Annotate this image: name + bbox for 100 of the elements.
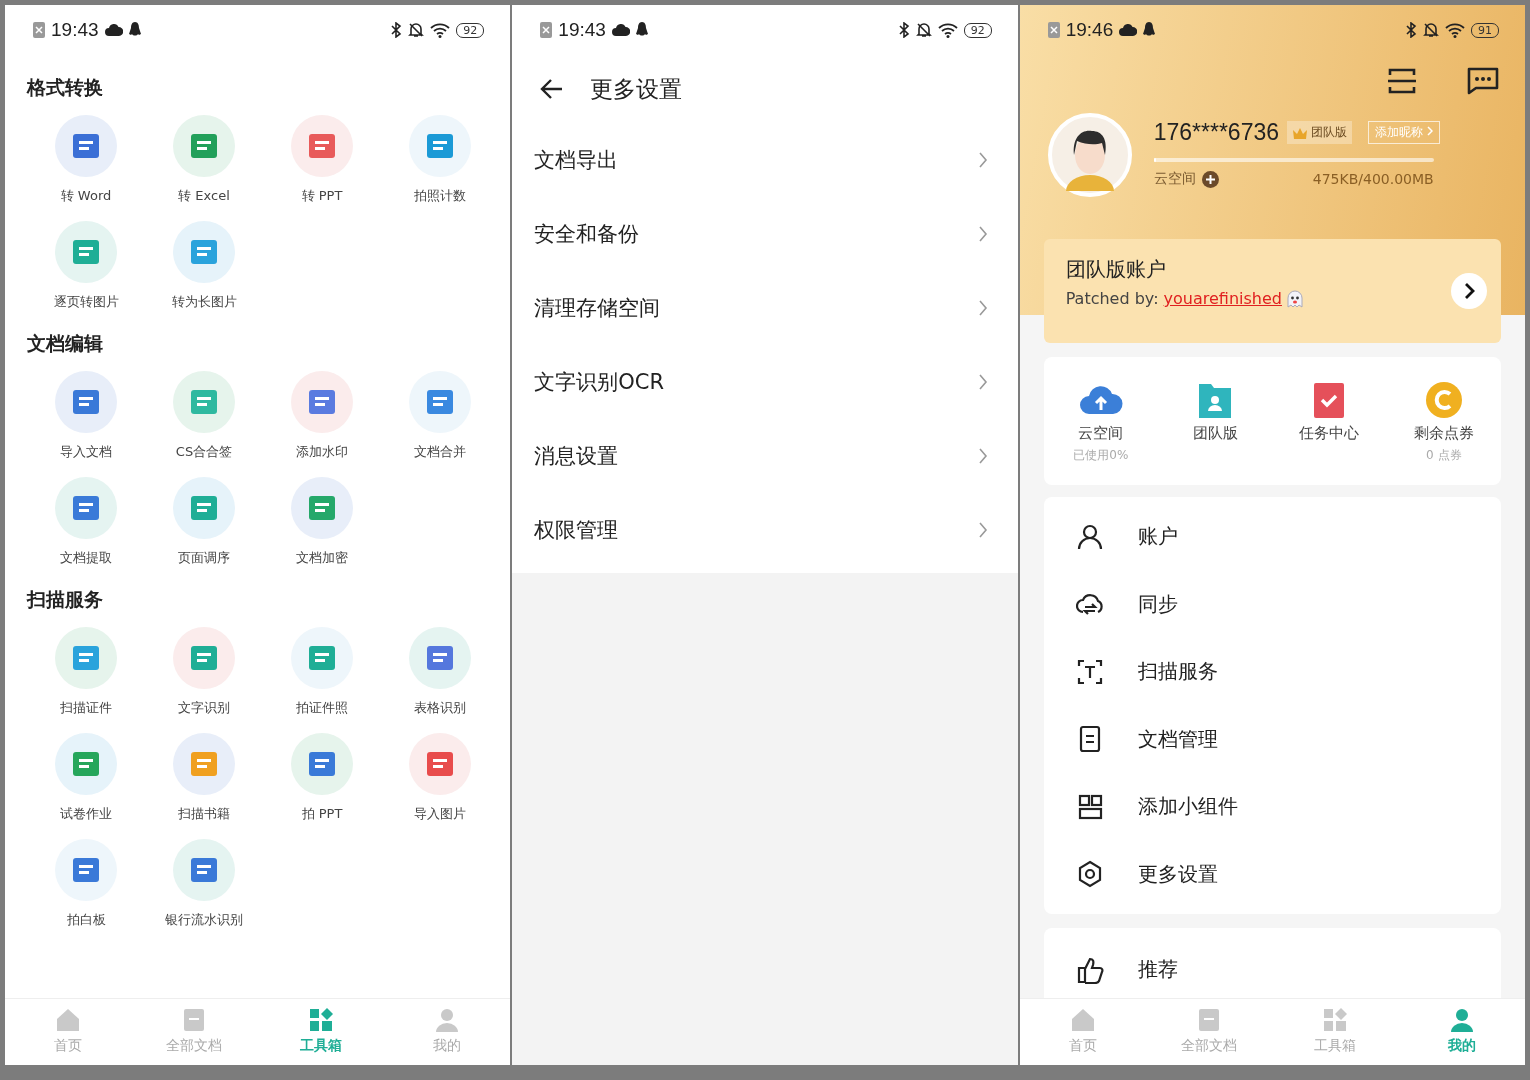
sim-icon [1047,22,1060,38]
scan-icon[interactable] [1387,67,1417,95]
home-icon [55,1007,82,1033]
document-icon [189,237,219,267]
document-icon [71,131,101,161]
page-title: 更多设置 [590,74,683,104]
document-icon [71,643,101,673]
battery-indicator: 91 [1471,22,1499,38]
tool-button[interactable]: 文档合并 [381,371,499,461]
thumbs-up-icon [1075,955,1104,984]
tool-button[interactable]: 试卷作业 [27,733,145,823]
battery-indicator: 92 [963,22,992,38]
tool-button[interactable]: 文档加密 [263,477,381,567]
tool-button[interactable]: 拍照计数 [381,115,499,205]
tool-button[interactable]: 导入文档 [27,371,145,461]
menu-row[interactable]: 扫描服务 [1043,638,1501,706]
document-icon [189,387,219,417]
wifi-icon [430,22,451,38]
document-icon [307,493,337,523]
document-icon [425,643,455,673]
storage-usage: 475KB/400.00MB [1312,171,1434,187]
tool-button[interactable]: 添加水印 [263,371,381,461]
shortcut-button[interactable]: 团队版 [1165,379,1266,465]
shortcut-button[interactable]: 剩余点券 0 点券 [1393,379,1494,465]
document-icon [189,643,219,673]
settings-row[interactable]: 文档导出 [512,123,1018,197]
settings-row[interactable]: 消息设置 [512,419,1018,493]
bluetooth-icon [1405,22,1417,38]
mute-icon [915,22,932,38]
person-icon [434,1007,461,1033]
chevron-right-icon [977,299,988,317]
document-icon [189,493,219,523]
patched-by-label: Patched by: [1065,289,1159,308]
mute-icon [1423,22,1439,38]
wifi-icon [1445,22,1465,38]
menu-row[interactable]: 账户 [1043,503,1501,571]
tool-button[interactable]: 转 PPT [263,115,381,205]
author-link[interactable]: youarefinished [1163,289,1282,308]
menu-row[interactable]: 文档管理 [1043,705,1501,773]
tool-button[interactable]: 页面调序 [145,477,263,567]
document-icon [189,855,219,885]
team-account-card[interactable]: 团队版账户 Patched by: youarefinished [1043,239,1501,343]
tool-button[interactable]: 拍证件照 [263,627,381,717]
tool-button[interactable]: 导入图片 [381,733,499,823]
sim-icon [33,22,45,38]
back-arrow-icon[interactable] [540,78,565,100]
text-scan-icon [1075,657,1104,686]
shortcut-button[interactable]: 任务中心 [1279,379,1380,465]
status-time: 19:43 [558,19,606,41]
tool-button[interactable]: 转 Word [27,115,145,205]
document-icon [71,237,101,267]
tool-button[interactable]: 文字识别 [145,627,263,717]
grid-icon [1322,1007,1349,1033]
battery-indicator: 92 [456,22,485,38]
chevron-right-icon [977,151,988,169]
status-time: 19:43 [51,19,99,41]
tool-button[interactable]: 转为长图片 [145,221,263,311]
bluetooth-icon [390,22,403,38]
settings-row[interactable]: 清理存储空间 [512,271,1018,345]
settings-row[interactable]: 权限管理 [512,493,1018,567]
document-icon [189,749,219,779]
add-icon[interactable] [1201,170,1219,188]
tool-button[interactable]: 转 Excel [145,115,263,205]
menu-row[interactable]: 同步 [1043,570,1501,638]
menu-row[interactable]: 添加小组件 [1043,773,1501,841]
document-icon [71,493,101,523]
tool-button[interactable]: 扫描证件 [27,627,145,717]
tool-button[interactable]: 表格识别 [381,627,499,717]
document-icon [425,131,455,161]
document-icon [307,749,337,779]
tool-button[interactable]: 逐页转图片 [27,221,145,311]
person-icon [1075,522,1104,551]
chevron-right-icon [977,447,988,465]
tool-button[interactable]: CS合合签 [145,371,263,461]
sim-icon [540,22,553,38]
wifi-icon [937,22,958,38]
avatar[interactable] [1047,113,1132,197]
phone-number: 176****6736 [1153,119,1279,146]
menu-row[interactable]: 更多设置 [1043,840,1501,908]
message-icon[interactable] [1467,67,1499,95]
settings-row[interactable]: 安全和备份 [512,197,1018,271]
chevron-right-icon [1426,126,1433,136]
home-icon [1069,1007,1096,1033]
shortcut-button[interactable]: 云空间 已使用0% [1050,379,1151,465]
cloud-icon [104,23,123,37]
cloud-icon [1119,23,1138,37]
chevron-right-icon [977,225,988,243]
settings-row[interactable]: 文字识别OCR [512,345,1018,419]
tool-button[interactable]: 文档提取 [27,477,145,567]
tool-button[interactable]: 拍白板 [27,839,145,929]
tool-button[interactable]: 扫描书籍 [145,733,263,823]
tool-button[interactable]: 拍 PPT [263,733,381,823]
section-heading: 格式转换 [27,75,104,100]
chevron-button-icon[interactable] [1451,273,1487,309]
document-icon [307,643,337,673]
document-icon [71,749,101,779]
document-icon [307,387,337,417]
card-title: 团队版账户 [1065,256,1167,283]
section-heading: 文档编辑 [27,331,104,356]
tool-button[interactable]: 银行流水识别 [145,839,263,929]
